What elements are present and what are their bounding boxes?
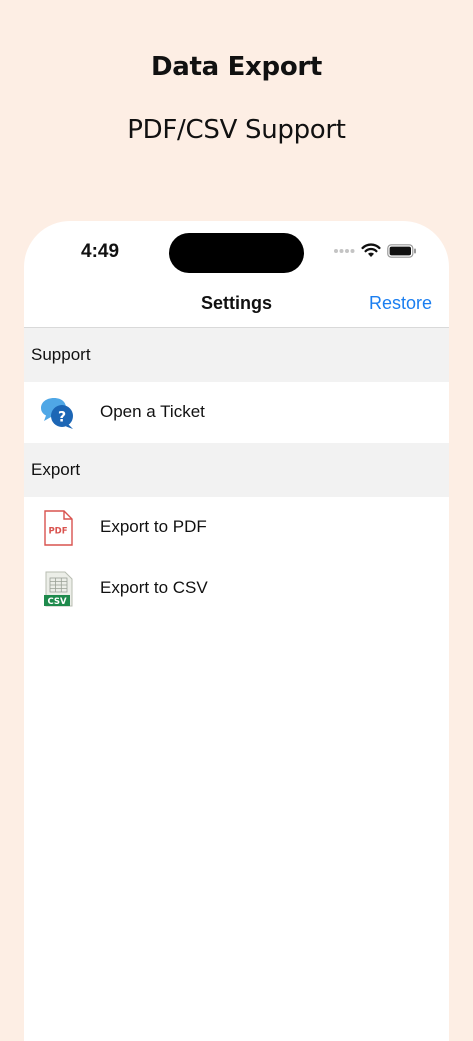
status-bar: 4:49 bbox=[24, 221, 449, 281]
battery-icon bbox=[387, 243, 416, 258]
list-item-export-csv[interactable]: CSV Export to CSV bbox=[24, 558, 449, 619]
support-ticket-icon: ? bbox=[41, 398, 73, 429]
list-item-label: Export to PDF bbox=[100, 517, 207, 536]
csv-file-icon: CSV bbox=[44, 571, 73, 607]
navigation-bar: Settings Restore bbox=[24, 281, 449, 328]
list-item-open-ticket[interactable]: ? Open a Ticket bbox=[24, 382, 449, 443]
list-item-export-pdf[interactable]: PDF Export to PDF bbox=[24, 497, 449, 558]
dynamic-island bbox=[169, 233, 304, 273]
cellular-signal-icon bbox=[334, 248, 355, 253]
list-item-label: Export to CSV bbox=[100, 578, 208, 597]
list-item-label: Open a Ticket bbox=[100, 402, 205, 421]
svg-text:CSV: CSV bbox=[47, 597, 67, 607]
restore-button[interactable]: Restore bbox=[369, 293, 432, 314]
wifi-icon bbox=[361, 243, 381, 257]
section-header-label: Support bbox=[31, 345, 91, 364]
section-header-label: Export bbox=[31, 460, 81, 479]
pdf-file-icon: PDF bbox=[44, 510, 73, 546]
status-icons bbox=[333, 243, 417, 258]
promo-title: Data Export bbox=[150, 52, 323, 82]
section-header-export: Export bbox=[24, 443, 449, 497]
svg-text:PDF: PDF bbox=[48, 527, 67, 537]
section-header-support: Support bbox=[24, 328, 449, 382]
promo-subtitle: PDF/CSV Support bbox=[127, 115, 346, 145]
phone-screen: 4:49 Settings Restore Support ? Open a T… bbox=[24, 221, 449, 1041]
status-time: 4:49 bbox=[81, 241, 120, 262]
svg-text:?: ? bbox=[58, 410, 66, 426]
